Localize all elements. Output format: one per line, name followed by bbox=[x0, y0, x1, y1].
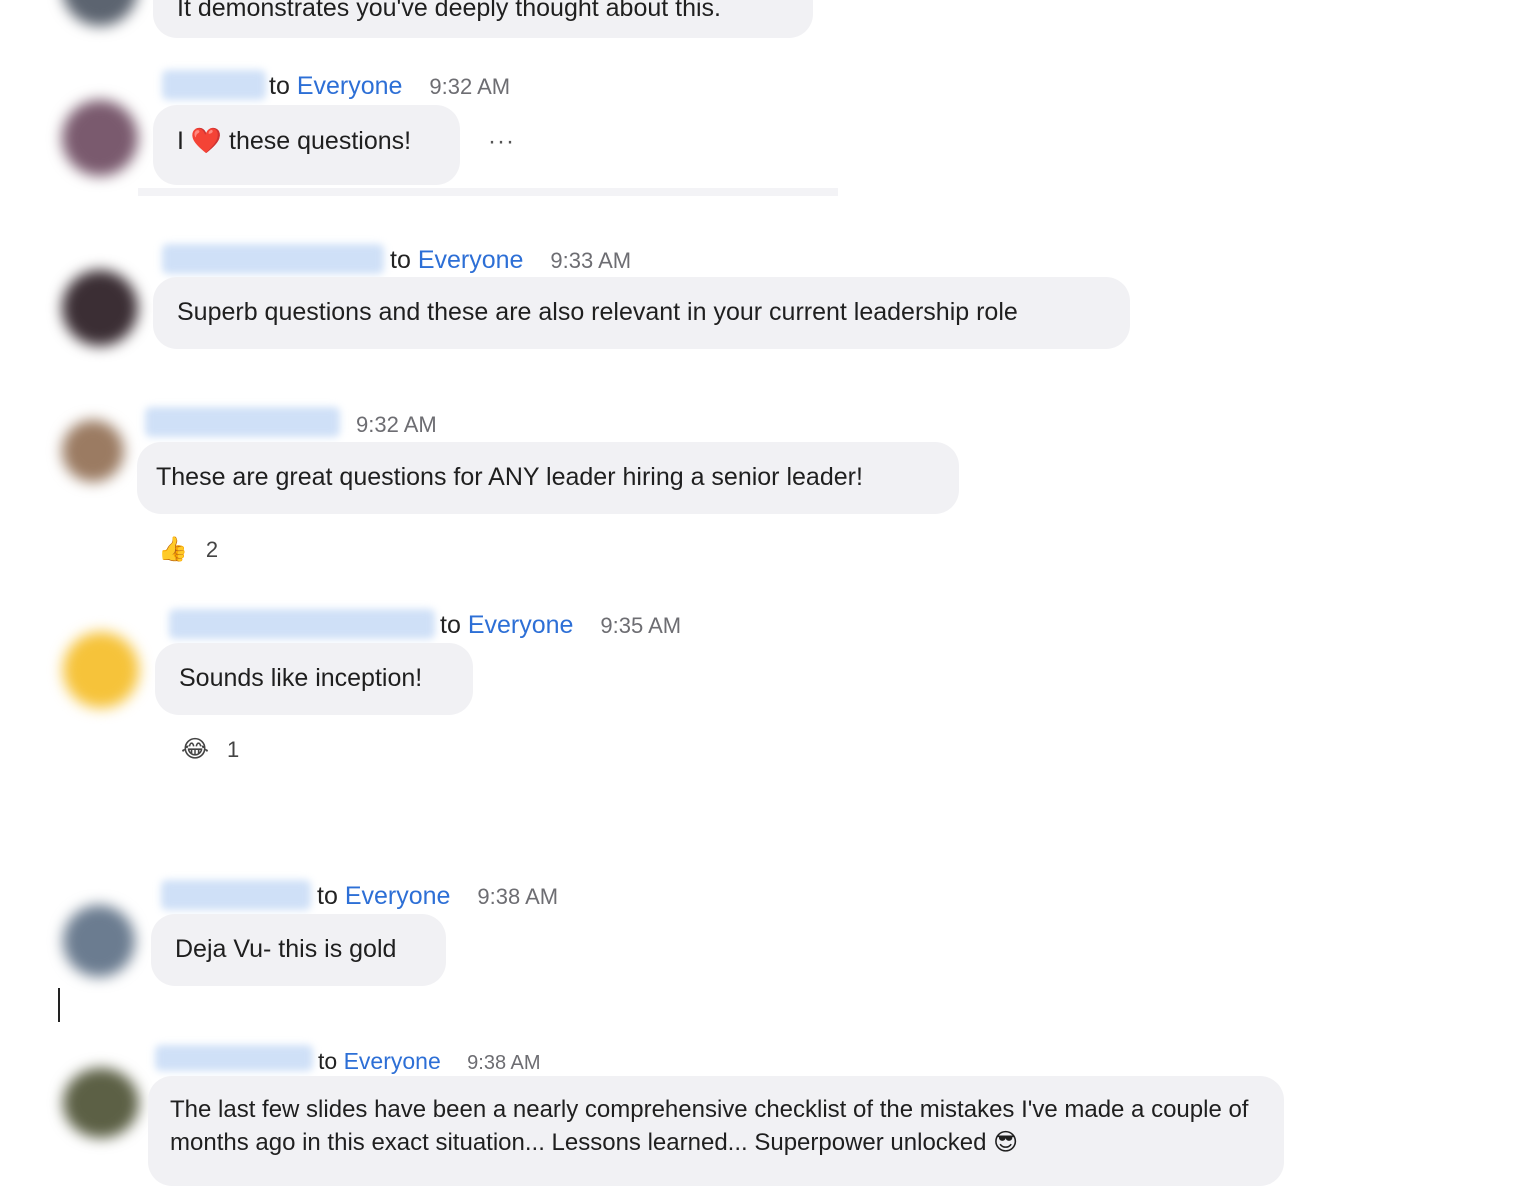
message-text: Superb questions and these are also rele… bbox=[177, 298, 1018, 326]
sender-name-blurred bbox=[161, 880, 311, 910]
timestamp: 9:38 AM bbox=[467, 1052, 541, 1074]
avatar bbox=[62, 0, 138, 26]
avatar bbox=[63, 1068, 139, 1138]
sender-name-blurred bbox=[155, 1045, 313, 1071]
reaction-laughing[interactable]: 😂 1 bbox=[181, 735, 239, 764]
message-bubble[interactable]: I ❤️ these questions! bbox=[153, 105, 460, 185]
recipient-link[interactable]: Everyone bbox=[297, 72, 403, 100]
message-meta: 9:32 AM bbox=[336, 409, 437, 440]
avatar bbox=[62, 100, 138, 176]
timestamp: 9:35 AM bbox=[600, 613, 682, 638]
more-options-icon[interactable]: ··· bbox=[488, 128, 515, 156]
thumbs-up-icon: 👍 bbox=[158, 536, 188, 563]
avatar bbox=[63, 905, 135, 977]
message-meta: to Everyone 9:38 AM bbox=[317, 881, 558, 912]
reaction-thumbs-up[interactable]: 👍 2 bbox=[158, 535, 218, 564]
timestamp: 9:38 AM bbox=[477, 884, 559, 909]
message-bubble[interactable]: The last few slides have been a nearly c… bbox=[148, 1076, 1284, 1186]
cursor-marker bbox=[58, 988, 60, 1022]
avatar bbox=[62, 270, 138, 346]
message-bubble[interactable]: Superb questions and these are also rele… bbox=[153, 277, 1130, 349]
sender-name-blurred bbox=[145, 407, 340, 437]
message-meta: to Everyone 9:38 AM bbox=[318, 1046, 541, 1078]
message-bubble[interactable]: Sounds like inception! bbox=[155, 643, 473, 715]
recipient-link[interactable]: Everyone bbox=[344, 1048, 441, 1074]
sender-name-blurred bbox=[162, 70, 266, 100]
recipient-link[interactable]: Everyone bbox=[418, 246, 524, 274]
message-text: Deja Vu- this is gold bbox=[175, 935, 397, 963]
sender-name-blurred bbox=[162, 244, 384, 274]
message-meta: to Everyone 9:33 AM bbox=[390, 245, 631, 276]
to-label: to bbox=[269, 72, 290, 100]
timestamp: 9:32 AM bbox=[356, 412, 437, 437]
message-text: The last few slides have been a nearly c… bbox=[170, 1096, 1249, 1156]
message-text: It demonstrates you've deeply thought ab… bbox=[177, 0, 722, 22]
message-bubble[interactable]: These are great questions for ANY leader… bbox=[137, 442, 959, 514]
to-label: to bbox=[440, 611, 461, 639]
timestamp: 9:33 AM bbox=[550, 248, 632, 273]
message-bubble: It demonstrates you've deeply thought ab… bbox=[153, 0, 813, 38]
message-meta: to Everyone 9:35 AM bbox=[440, 610, 681, 641]
message-text: These are great questions for ANY leader… bbox=[156, 463, 863, 491]
message-bubble[interactable]: Deja Vu- this is gold bbox=[151, 914, 446, 986]
reaction-count: 2 bbox=[205, 536, 219, 562]
sender-name-blurred bbox=[169, 609, 435, 639]
to-label: to bbox=[390, 246, 411, 274]
message-text: these questions! bbox=[229, 127, 412, 155]
avatar bbox=[62, 420, 124, 482]
message-text: I bbox=[177, 127, 184, 155]
laughing-face-icon: 😂 bbox=[181, 736, 210, 763]
to-label: to bbox=[317, 882, 338, 910]
reaction-count: 1 bbox=[227, 736, 240, 762]
recipient-link[interactable]: Everyone bbox=[468, 611, 574, 639]
recipient-link[interactable]: Everyone bbox=[345, 882, 451, 910]
heart-icon: ❤️ bbox=[190, 127, 223, 155]
divider bbox=[138, 188, 838, 196]
timestamp: 9:32 AM bbox=[429, 74, 511, 99]
to-label: to bbox=[318, 1048, 338, 1074]
message-meta: to Everyone 9:32 AM bbox=[269, 71, 510, 102]
message-text: Sounds like inception! bbox=[179, 664, 423, 692]
avatar bbox=[63, 632, 139, 708]
